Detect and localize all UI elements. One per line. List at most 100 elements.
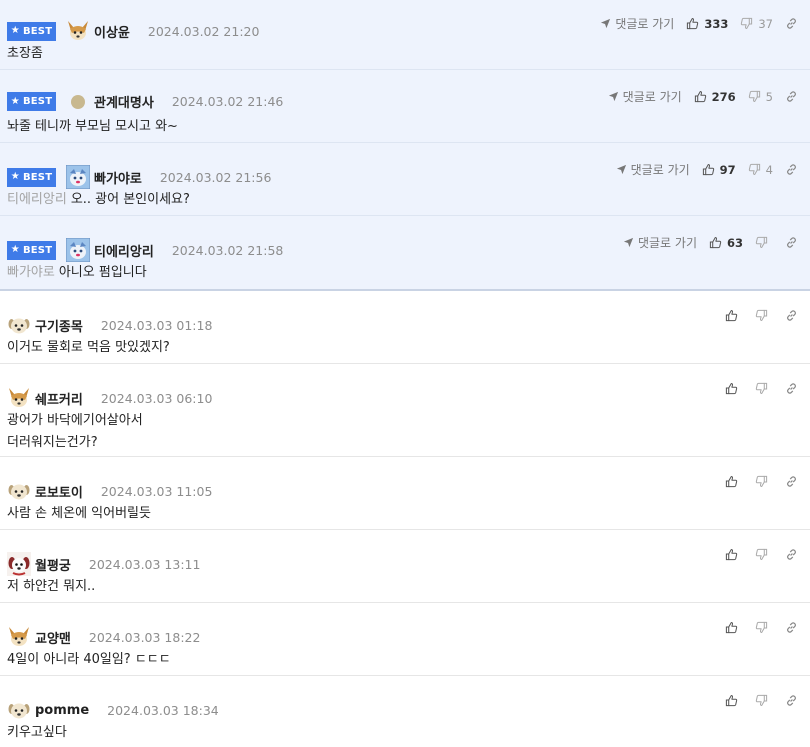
best-badge: ★ BEST [7,167,56,187]
downvote-button[interactable]: 4 [748,163,773,177]
upvote-button[interactable] [725,548,743,561]
link-icon[interactable] [785,621,798,634]
thumbs-down-icon [748,90,761,103]
author-nickname[interactable]: 이상윤 [94,22,130,41]
thumbs-down-icon [755,475,768,488]
link-icon[interactable] [785,475,798,488]
downvote-button[interactable] [755,382,773,395]
author-nickname[interactable]: 교양맨 [35,628,71,647]
avatar[interactable] [7,698,31,722]
comment-text: 사람 손 체온에 익어버릴듯 [7,506,151,521]
downvote-button[interactable] [755,548,773,561]
avatar[interactable] [7,479,31,503]
downvote-button[interactable] [755,475,773,488]
downvote-button[interactable]: 37 [740,17,773,31]
go-to-reply-link[interactable]: 댓글로 가기 [600,15,674,32]
link-icon[interactable] [785,90,798,103]
author-nickname[interactable]: pomme [35,703,89,718]
author-nickname[interactable]: 쉐프커리 [35,389,83,408]
reply-mention[interactable]: 빠가야로 [7,265,55,280]
comment-date: 2024.03.02 21:58 [171,242,284,258]
avatar[interactable] [65,237,91,263]
avatar[interactable] [7,313,31,337]
comment-body: 저 하얀건 뭐지.. [7,576,95,598]
link-icon[interactable] [785,309,798,322]
comment-body: 이거도 물회로 먹음 맛있겠지? [7,337,170,359]
comment-date: 2024.03.03 06:10 [100,390,213,406]
upvote-button[interactable] [725,694,743,707]
thumbs-up-icon [686,17,699,30]
comment-actions [725,694,798,707]
upvote-button[interactable] [725,309,743,322]
comment-actions [725,475,798,488]
comment-body: 빠가야로 아니오 펌입니다 [7,262,147,284]
link-icon[interactable] [785,17,798,30]
downvote-button[interactable]: 5 [748,90,773,104]
comment-header: 구기종목 2024.03.03 01:18 [7,313,212,337]
author-nickname[interactable]: 구기종목 [35,316,83,335]
comment-header: 로보토이 2024.03.03 11:05 [7,479,212,503]
upvote-button[interactable] [725,382,743,395]
thumbs-up-icon [702,163,715,176]
upvote-button[interactable]: 63 [709,236,743,250]
avatar[interactable] [65,164,91,190]
go-to-reply-link[interactable]: 댓글로 가기 [616,161,690,178]
downvote-button[interactable] [755,694,773,707]
star-icon: ★ [10,244,20,255]
link-icon[interactable] [785,382,798,395]
link-icon[interactable] [785,694,798,707]
best-badge: ★ BEST [7,240,56,260]
upvote-button[interactable]: 333 [686,17,728,31]
comment-header: 쉐프커리 2024.03.03 06:10 [7,386,212,410]
comment-header: 월평궁 2024.03.03 13:11 [7,552,200,576]
best-comment: ★ BEST 이상윤 2024.03.02 21:20 댓글로 가기 333 37 초장좀 [0,0,810,70]
thumbs-up-icon [725,309,738,322]
avatar[interactable] [7,625,31,649]
thumbs-up-icon [694,90,707,103]
avatar[interactable] [7,552,31,576]
author-nickname[interactable]: 빠가야로 [94,168,142,187]
link-icon[interactable] [785,236,798,249]
comment: 구기종목 2024.03.03 01:18 이거도 물회로 먹음 맛있겠지? [0,291,810,364]
upvote-button[interactable] [725,621,743,634]
thumbs-down-icon [740,17,753,30]
comment-body: 4일이 아니라 40일임? ㄷㄷㄷ [7,649,171,671]
downvote-button[interactable] [755,621,773,634]
link-icon[interactable] [785,163,798,176]
author-nickname[interactable]: 티에리앙리 [94,241,154,260]
reply-mention[interactable]: 티에리앙리 [7,192,67,207]
comment: 교양맨 2024.03.03 18:22 4일이 아니라 40일임? ㄷㄷㄷ [0,603,810,676]
comment-date: 2024.03.02 21:56 [159,169,272,185]
upvote-button[interactable]: 97 [702,163,736,177]
comment-body: 사람 손 체온에 익어버릴듯 [7,503,151,525]
send-icon [600,18,611,29]
send-icon [608,91,619,102]
comment-text: 4일이 아니라 40일임? ㄷㄷㄷ [7,652,171,667]
star-icon: ★ [10,95,20,107]
comment-date: 2024.03.03 01:18 [100,317,213,333]
author-nickname[interactable]: 로보토이 [35,482,83,501]
downvote-button[interactable] [755,309,773,322]
go-to-reply-link[interactable]: 댓글로 가기 [608,88,682,105]
thumbs-down-icon [755,548,768,561]
upvote-button[interactable] [725,475,743,488]
send-icon [623,237,634,248]
star-icon: ★ [10,171,20,182]
comment-header: 교양맨 2024.03.03 18:22 [7,625,200,649]
downvote-button[interactable] [755,236,773,249]
avatar[interactable] [71,94,85,109]
comment-text: 이거도 물회로 먹음 맛있겠지? [7,340,170,355]
upvote-button[interactable]: 276 [694,90,736,104]
go-to-reply-link[interactable]: 댓글로 가기 [623,234,697,251]
comment-actions: 댓글로 가기 63 [623,234,798,251]
avatar[interactable] [66,19,90,43]
comment-date: 2024.03.03 18:34 [107,702,219,718]
comment-text: 광어가 바닥에기어살아서 [7,413,143,428]
send-icon [616,164,627,175]
comment-line: 키우고싶다 [7,722,67,744]
author-nickname[interactable]: 월평궁 [35,555,71,574]
avatar[interactable] [7,386,31,410]
link-icon[interactable] [785,548,798,561]
comment-text: 오.. 광어 본인이세요? [70,192,190,207]
author-nickname[interactable]: 관계대명사 [94,92,154,111]
